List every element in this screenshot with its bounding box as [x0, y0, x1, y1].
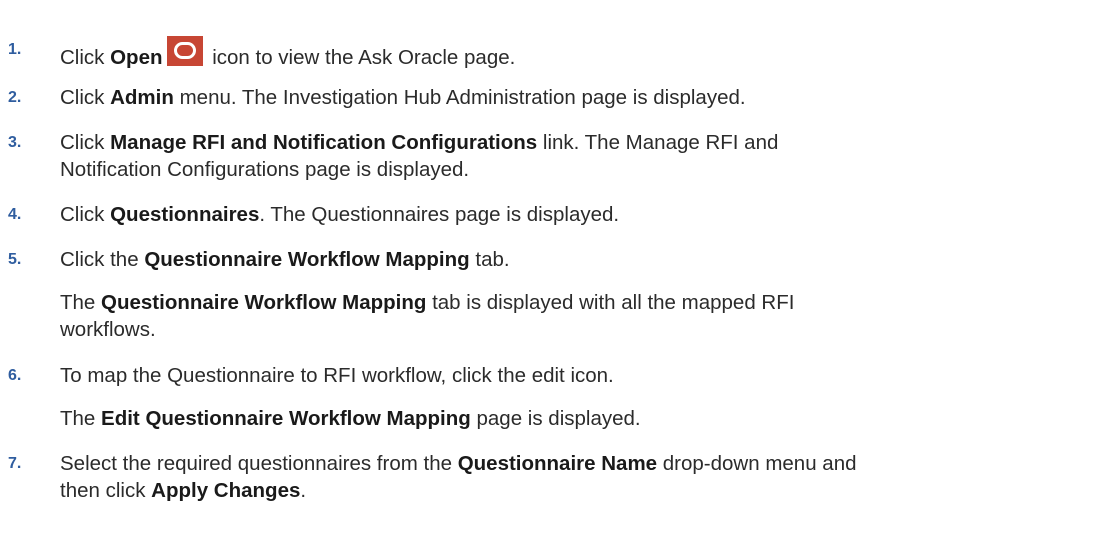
- step-text: tab.: [469, 248, 510, 271]
- edit-mapping-page-label: Edit Questionnaire Workflow Mapping: [101, 407, 471, 430]
- step-text: tab is displayed with all the mapped RFI: [426, 291, 795, 314]
- step-text: page is displayed.: [470, 407, 641, 430]
- open-label: Open: [110, 46, 163, 69]
- step-text: link. The Manage RFI and: [537, 131, 779, 154]
- step-text: Click: [60, 46, 111, 69]
- step-text: then click: [60, 479, 152, 502]
- step-text: Click: [60, 131, 111, 154]
- step-text: Click the: [60, 248, 145, 271]
- step-text: To map the Questionnaire to RFI workflow…: [60, 364, 614, 387]
- step-number: 1.: [8, 41, 22, 58]
- step-text: Click: [60, 203, 111, 226]
- step-number: 2.: [8, 89, 22, 106]
- step-text: Select the required questionnaires from …: [60, 452, 458, 475]
- step-text: The: [60, 407, 102, 430]
- step-text: .: [300, 479, 307, 502]
- questionnaires-label: Questionnaires: [110, 203, 260, 226]
- manage-rfi-link-label: Manage RFI and Notification Configuratio…: [110, 131, 538, 154]
- workflow-mapping-tab-label: Questionnaire Workflow Mapping: [101, 291, 427, 314]
- step-text: . The Questionnaires page is displayed.: [259, 203, 620, 226]
- step-text: menu. The Investigation Hub Administrati…: [173, 86, 746, 109]
- step-number: 3.: [8, 134, 22, 151]
- step-text: The: [60, 291, 102, 314]
- step-text: drop-down menu and: [657, 452, 857, 475]
- step-text: icon to view the Ask Oracle page.: [206, 46, 516, 69]
- step-text: workflows.: [60, 318, 156, 341]
- step-number: 4.: [8, 206, 22, 223]
- oracle-open-icon: [166, 36, 203, 66]
- step-number: 7.: [8, 455, 22, 472]
- step-number: 6.: [8, 367, 22, 384]
- step-text: Notification Configurations page is disp…: [60, 158, 470, 181]
- apply-changes-label: Apply Changes: [151, 479, 301, 502]
- step-number: 5.: [8, 251, 22, 268]
- admin-label: Admin: [110, 86, 174, 109]
- workflow-mapping-tab-label: Questionnaire Workflow Mapping: [144, 248, 470, 271]
- step-text: Click: [60, 86, 111, 109]
- questionnaire-name-label: Questionnaire Name: [457, 452, 658, 475]
